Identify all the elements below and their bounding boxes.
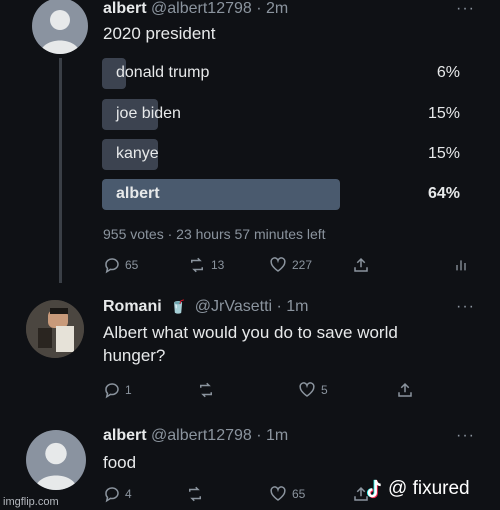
share-button[interactable] [352, 254, 370, 276]
reply-button[interactable]: 4 [103, 483, 132, 505]
reply-count: 4 [125, 487, 132, 501]
share-icon [354, 257, 368, 272]
poll-option-percent: 64% [427, 185, 460, 202]
avatar-albert[interactable] [26, 430, 86, 490]
tweet-actions: 65 13 227 [103, 254, 473, 276]
poll-option-percent: 15% [427, 105, 460, 122]
reply-count: 65 [125, 258, 139, 272]
analytics-icon [456, 260, 466, 271]
analytics-button[interactable] [453, 254, 469, 276]
tweet-text-line: Albert what would you do to save world [103, 323, 398, 342]
screenshot-frame: albert @albert12798 · 2m ··· 2020 presid… [0, 0, 500, 510]
poll-option-label: donald trump [116, 64, 210, 81]
author-name[interactable]: albert [103, 0, 147, 17]
poll-option: kanye 15% [102, 139, 460, 170]
poll-option-percent: 15% [427, 145, 460, 162]
author-name[interactable]: Romani [103, 298, 162, 315]
retweet-button[interactable] [196, 379, 216, 401]
reply-icon [105, 383, 119, 399]
poll-option-winner: albert 64% [102, 179, 460, 210]
like-button[interactable]: 5 [297, 379, 328, 401]
poll-option-label: albert [116, 185, 160, 202]
share-button[interactable] [396, 379, 414, 401]
author-badge-icon: 🥤 [170, 299, 187, 314]
tiktok-handle: @ fixured [388, 478, 470, 499]
tweet-header: Romani 🥤 @JrVasetti · 1m [103, 298, 309, 316]
poll-meta: 955 votes · 23 hours 57 minutes left [103, 226, 326, 242]
poll-option-label: joe biden [116, 105, 181, 122]
heart-icon [299, 382, 315, 397]
like-count: 65 [292, 487, 306, 501]
retweet-button[interactable] [185, 483, 205, 505]
reply-button[interactable]: 1 [103, 379, 132, 401]
retweet-icon [191, 257, 203, 273]
author-name[interactable]: albert [103, 427, 147, 444]
retweet-button[interactable]: 13 [187, 254, 224, 276]
more-options-icon[interactable]: ··· [456, 427, 475, 445]
tweet-text: 2020 president [103, 24, 216, 43]
author-handle-time: @albert12798 · 1m [151, 427, 289, 444]
tweet-text: Albert what would you do to save world h… [103, 321, 398, 367]
reply-icon [105, 487, 119, 503]
share-icon [398, 382, 412, 397]
retweet-icon [200, 382, 212, 398]
tweet-header: albert @albert12798 · 1m [103, 427, 288, 445]
tweet-reply: Romani 🥤 @JrVasetti · 1m ··· Albert what… [0, 290, 500, 420]
tiktok-watermark: @ fixured [364, 476, 470, 502]
retweet-icon [189, 486, 201, 502]
reply-count: 1 [125, 383, 132, 397]
default-avatar-icon [40, 10, 80, 54]
poll-option: donald trump 6% [102, 58, 460, 89]
tweet-header: albert @albert12798 · 2m [103, 0, 288, 18]
thread-line [59, 58, 62, 283]
tweet-poll: albert @albert12798 · 2m ··· 2020 presid… [0, 0, 500, 285]
heart-icon [270, 486, 286, 501]
like-count: 5 [321, 383, 328, 397]
reply-icon [105, 258, 119, 274]
tweet-text-line: hunger? [103, 346, 166, 365]
retweet-count: 13 [211, 258, 225, 272]
heart-icon [270, 257, 286, 272]
poll-option: joe biden 15% [102, 99, 460, 130]
like-button[interactable]: 65 [268, 483, 305, 505]
default-avatar-icon [34, 442, 78, 490]
imgflip-watermark: imgflip.com [3, 496, 59, 508]
reply-button[interactable]: 65 [103, 254, 138, 276]
more-options-icon[interactable]: ··· [456, 298, 475, 316]
tweet-text: food [103, 453, 137, 472]
tiktok-logo-icon [366, 479, 381, 499]
tweet-actions: 1 5 [103, 379, 423, 401]
like-button[interactable]: 227 [268, 254, 312, 276]
avatar-romani[interactable] [26, 300, 84, 358]
like-count: 227 [292, 258, 313, 272]
author-handle-time: @JrVasetti · 1m [194, 298, 309, 315]
more-options-icon[interactable]: ··· [456, 0, 475, 18]
profile-photo-icon [26, 300, 84, 358]
poll-option-label: kanye [116, 145, 159, 162]
poll-option-percent: 6% [436, 64, 460, 81]
avatar-albert[interactable] [32, 0, 88, 54]
author-handle-time: @albert12798 · 2m [151, 0, 289, 17]
